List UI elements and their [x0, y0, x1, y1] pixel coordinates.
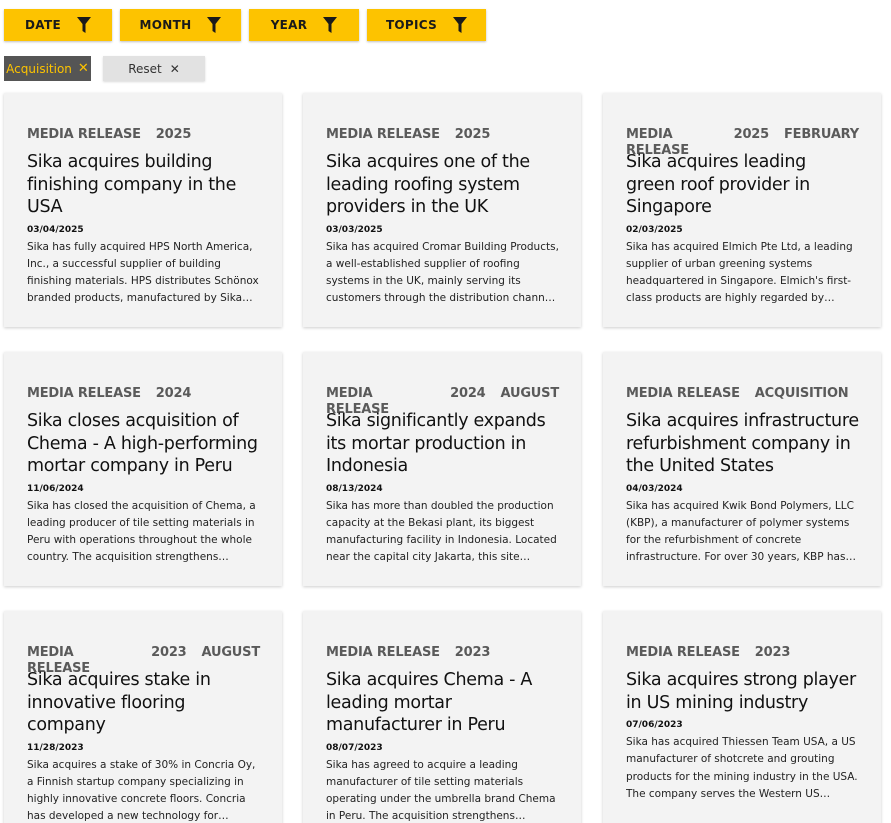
card-tag: FEBRUARY	[783, 127, 859, 142]
card-date: 02/03/2025	[626, 224, 683, 235]
card-tag: 2023	[151, 645, 187, 660]
card-title[interactable]: Sika significantly expands its mortar pr…	[326, 410, 559, 478]
card-description: Sika has acquired Cromar Building Produc…	[326, 240, 559, 305]
news-card[interactable]: MEDIA RELEASE 2023 Sika acquires strong …	[603, 611, 881, 823]
filter-topics-label: TOPICS	[385, 18, 438, 32]
card-title[interactable]: Sika acquires leading green roof provide…	[626, 151, 859, 219]
card-tag: ACQUISITION	[754, 386, 849, 401]
active-filter-label: Acquisition	[6, 61, 72, 76]
card-tag: 2025	[155, 127, 192, 142]
card-date: 03/03/2025	[326, 224, 383, 235]
card-title[interactable]: Sika acquires strong player in US mining…	[626, 669, 859, 714]
card-tag: MEDIA RELEASE	[326, 645, 440, 660]
filter-date-button[interactable]: DATE	[4, 9, 112, 41]
filter-year-label: YEAR	[270, 18, 308, 32]
close-icon: ✕	[169, 61, 180, 76]
card-date: 04/03/2024	[626, 483, 683, 494]
card-tag: 2023	[754, 645, 791, 660]
card-tags: MEDIA RELEASE ACQUISITION	[626, 386, 859, 402]
card-description: Sika has fully acquired HPS North Americ…	[27, 240, 259, 305]
news-card[interactable]: MEDIA RELEASE ACQUISITION Sika acquires …	[603, 352, 881, 586]
close-icon[interactable]: ✕	[78, 61, 89, 76]
news-card[interactable]: MEDIA RELEASE 2024 Sika closes acquisiti…	[4, 352, 282, 586]
filter-funnel-icon	[76, 17, 91, 33]
card-title[interactable]: Sika acquires building finishing company…	[27, 151, 260, 219]
card-tag: MEDIA RELEASE	[326, 127, 440, 142]
card-tag: 2024	[450, 386, 486, 401]
card-tags: MEDIA RELEASE 2025	[27, 127, 260, 143]
card-tag: MEDIA RELEASE	[626, 645, 740, 660]
card-tags: MEDIA RELEASE 2023	[626, 645, 859, 661]
card-date: 11/28/2023	[27, 742, 84, 753]
card-title[interactable]: Sika acquires Chema - A leading mortar m…	[326, 669, 559, 737]
card-title[interactable]: Sika closes acquisition of Chema - A hig…	[27, 410, 260, 478]
reset-button[interactable]: Reset ✕	[103, 56, 205, 81]
filter-month-button[interactable]: MONTH	[120, 9, 241, 41]
card-tags: MEDIA RELEASE 2024 AUGUST	[326, 386, 560, 417]
card-tag: MEDIA RELEASE	[27, 386, 141, 401]
active-filters: Acquisition ✕ Reset ✕	[4, 56, 205, 81]
filter-date-label: DATE	[25, 18, 61, 32]
card-description: Sika has acquired Kwik Bond Polymers, LL…	[626, 499, 854, 564]
card-description: Sika has acquired Thiessen Team USA, a U…	[626, 736, 858, 800]
card-date: 07/06/2023	[626, 720, 683, 730]
news-card[interactable]: MEDIA RELEASE 2025 FEBRUARY Sika acquire…	[603, 93, 881, 327]
card-date: 11/06/2024	[27, 483, 84, 494]
news-card[interactable]: MEDIA RELEASE 2025 Sika acquires buildin…	[4, 93, 282, 327]
card-description: Sika has agreed to acquire a leading man…	[326, 758, 556, 823]
card-tag: MEDIA RELEASE	[27, 645, 90, 676]
card-tags: MEDIA RELEASE 2024	[27, 386, 260, 402]
filter-month-label: MONTH	[139, 18, 192, 32]
reset-label: Reset	[128, 61, 162, 76]
card-description: Sika acquires a stake of 30% in Concria …	[27, 758, 256, 823]
card-tag: AUGUST	[500, 386, 560, 401]
filter-funnel-icon	[207, 17, 222, 33]
card-tag: MEDIA RELEASE	[27, 127, 141, 142]
card-tag: AUGUST	[201, 645, 261, 660]
card-tag: 2025	[454, 127, 491, 142]
card-date: 08/07/2023	[326, 742, 383, 753]
card-date: 08/13/2024	[326, 483, 383, 494]
news-card[interactable]: MEDIA RELEASE 2023 AUGUST Sika acquires …	[4, 611, 282, 823]
active-filter-chip[interactable]: Acquisition ✕	[4, 56, 91, 81]
card-title[interactable]: Sika acquires one of the leading roofing…	[326, 151, 559, 219]
news-card[interactable]: MEDIA RELEASE 2025 Sika acquires one of …	[303, 93, 581, 327]
card-description: Sika has closed the acquisition of Chema…	[27, 499, 256, 564]
card-tags: MEDIA RELEASE 2025	[326, 127, 559, 143]
card-tag: 2024	[155, 386, 192, 401]
news-card[interactable]: MEDIA RELEASE 2023 Sika acquires Chema -…	[303, 611, 581, 823]
filter-funnel-icon	[453, 17, 468, 33]
card-date: 03/04/2025	[27, 224, 84, 235]
news-card[interactable]: MEDIA RELEASE 2024 AUGUST Sika significa…	[303, 352, 581, 586]
filter-funnel-icon	[323, 17, 338, 33]
filter-topics-button[interactable]: TOPICS	[367, 9, 486, 41]
card-title[interactable]: Sika acquires infrastructure refurbishme…	[626, 410, 859, 478]
card-tags: MEDIA RELEASE 2023 AUGUST	[27, 645, 261, 676]
card-tag: MEDIA RELEASE	[626, 127, 689, 158]
card-tags: MEDIA RELEASE 2025 FEBRUARY	[626, 127, 859, 158]
card-tags: MEDIA RELEASE 2023	[326, 645, 559, 661]
card-description: Sika has more than doubled the productio…	[326, 499, 557, 564]
card-tag: MEDIA RELEASE	[326, 386, 389, 417]
filter-year-button[interactable]: YEAR	[249, 9, 359, 41]
card-title[interactable]: Sika acquires stake in innovative floori…	[27, 669, 260, 737]
card-description: Sika has acquired Elmich Pte Ltd, a lead…	[626, 240, 853, 305]
filter-bar: DATE MONTH YEAR TOPICS	[4, 9, 486, 41]
card-tag: MEDIA RELEASE	[626, 386, 740, 401]
card-tag: 2023	[454, 645, 491, 660]
card-tag: 2025	[733, 127, 770, 142]
